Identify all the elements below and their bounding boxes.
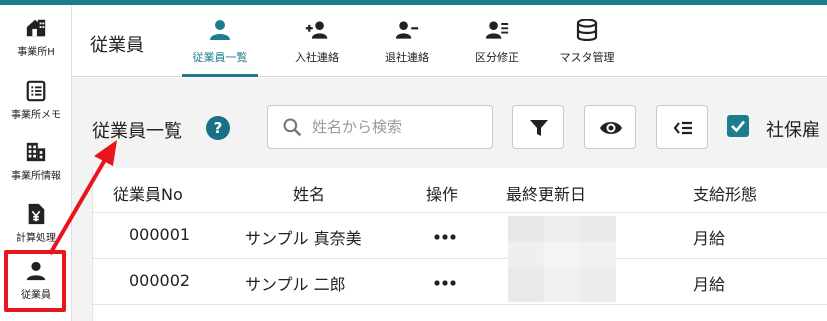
person-add-icon bbox=[305, 21, 328, 39]
cell-pay-type: 月給 bbox=[693, 275, 726, 294]
home-building-icon bbox=[26, 19, 46, 37]
checkmark-icon bbox=[731, 120, 745, 133]
row-divider bbox=[93, 212, 827, 213]
person-icon bbox=[210, 20, 230, 40]
row-divider bbox=[93, 258, 827, 259]
tab-label: 退社連絡 bbox=[385, 51, 429, 64]
tab-label: 区分修正 bbox=[475, 51, 519, 64]
column-header-employee-no[interactable]: 従業員No bbox=[113, 181, 183, 205]
column-header-name[interactable]: 姓名 bbox=[293, 181, 325, 205]
tab-hire-notice[interactable]: 入社連絡 bbox=[282, 13, 352, 77]
sidebar-item-office-info[interactable]: 事業所情報 bbox=[0, 141, 72, 182]
visibility-button[interactable] bbox=[584, 105, 636, 149]
sidebar-item-office-memo[interactable]: 事業所メモ bbox=[0, 80, 72, 121]
social-insurance-label: 社保雇 bbox=[766, 120, 820, 141]
tab-employee-list[interactable]: 従業員一覧 bbox=[182, 13, 258, 77]
main-content: 従業員一覧 ? 社保雇 従業員No 姓名 操作 bbox=[72, 78, 827, 321]
memo-list-icon bbox=[26, 80, 46, 102]
column-settings-button[interactable] bbox=[656, 105, 708, 149]
cell-pay-type: 月給 bbox=[693, 229, 726, 248]
row-divider bbox=[93, 304, 827, 305]
sidebar-item-label: 事業所H bbox=[17, 47, 55, 58]
office-building-icon bbox=[26, 142, 46, 162]
search-box[interactable] bbox=[267, 105, 493, 149]
yen-document-icon bbox=[28, 203, 45, 225]
column-header-last-updated[interactable]: 最終更新日 bbox=[506, 181, 586, 205]
column-header-pay-type[interactable]: 支給形態 bbox=[693, 181, 757, 205]
sidebar-item-label: 事業所情報 bbox=[11, 171, 61, 182]
more-options-icon[interactable] bbox=[433, 278, 457, 288]
cell-name[interactable]: サンプル 二郎 bbox=[245, 271, 346, 295]
tab-label: マスタ管理 bbox=[559, 51, 615, 64]
cell-employee-no: 000002 bbox=[129, 271, 191, 290]
tab-master-management[interactable]: マスタ管理 bbox=[549, 13, 625, 77]
social-insurance-checkbox[interactable] bbox=[727, 115, 749, 137]
help-circle-icon[interactable]: ? bbox=[206, 116, 230, 140]
sidebar-item-office-home[interactable]: 事業所H bbox=[0, 17, 72, 58]
tab-label: 入社連絡 bbox=[295, 51, 339, 64]
person-list-icon bbox=[485, 21, 509, 39]
column-list-icon bbox=[673, 121, 692, 135]
sidebar-active-highlight bbox=[4, 250, 66, 312]
redacted-update-dates-overlay bbox=[508, 216, 616, 302]
search-icon bbox=[283, 118, 302, 137]
tab-active-indicator bbox=[182, 74, 258, 77]
sidebar-item-label: 事業所メモ bbox=[11, 110, 61, 121]
search-input[interactable] bbox=[312, 116, 482, 138]
column-header-actions: 操作 bbox=[426, 185, 459, 204]
cell-name[interactable]: サンプル 真奈美 bbox=[245, 225, 362, 249]
tab-leave-notice[interactable]: 退社連絡 bbox=[372, 13, 442, 77]
employee-table: 従業員No 姓名 操作 最終更新日 支給形態 000001 サンプル 真奈美 月… bbox=[92, 168, 827, 321]
filter-button[interactable] bbox=[512, 105, 564, 149]
cell-employee-no: 000001 bbox=[129, 225, 191, 244]
tab-label: 従業員一覧 bbox=[192, 51, 248, 64]
sidebar-item-calculation[interactable]: 計算処理 bbox=[0, 203, 72, 244]
filter-icon bbox=[530, 120, 548, 136]
tab-category-edit[interactable]: 区分修正 bbox=[462, 13, 532, 77]
page-title: 従業員一覧 bbox=[92, 121, 182, 142]
header-title: 従業員 bbox=[90, 35, 144, 56]
more-options-icon[interactable] bbox=[433, 232, 457, 242]
person-remove-icon bbox=[395, 21, 419, 39]
sidebar-item-label: 計算処理 bbox=[16, 233, 56, 244]
eye-icon bbox=[600, 122, 622, 134]
database-icon bbox=[576, 19, 598, 41]
sidebar: 事業所H 事業所メモ 事業所情報 計算処理 従業員 bbox=[0, 5, 72, 321]
app-header: 従業員 従業員一覧 入社連絡 退社連絡 区分修正 マスタ管理 bbox=[72, 5, 827, 77]
